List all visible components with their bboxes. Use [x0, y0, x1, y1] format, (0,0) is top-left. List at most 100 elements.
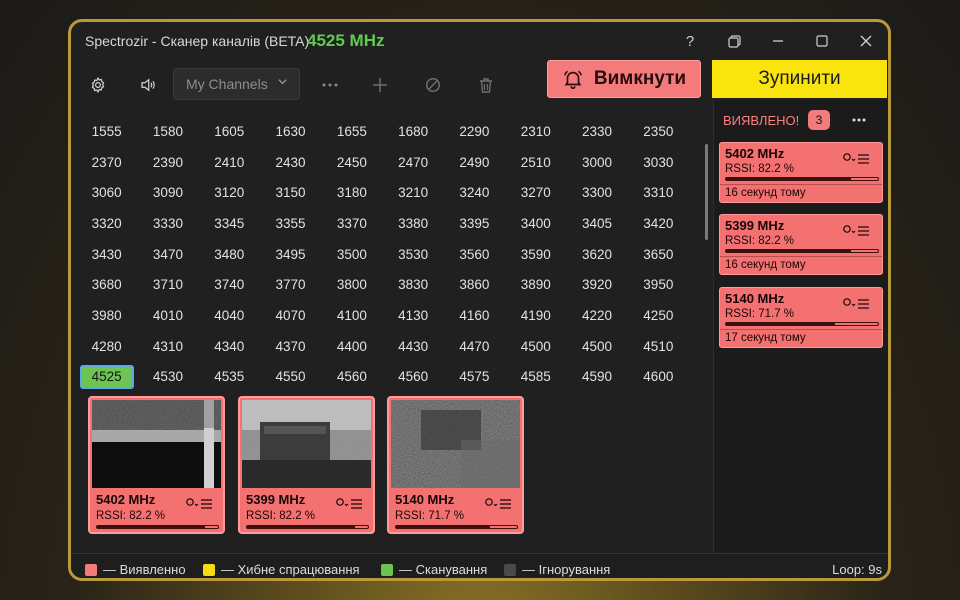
channel-cell[interactable]: 3330	[137, 208, 198, 239]
thumbnail-card[interactable]: 5399 MHz RSSI: 82.2 %	[238, 396, 375, 534]
grid-scrollbar[interactable]	[705, 144, 708, 240]
channel-cell[interactable]: 3530	[382, 239, 443, 270]
channel-cell[interactable]: 3395	[444, 208, 505, 239]
alarm-off-button[interactable]: Вимкнути	[547, 60, 701, 98]
channel-cell[interactable]: 4130	[382, 300, 443, 331]
record-options-icon[interactable]	[335, 496, 363, 510]
channel-cell[interactable]: 3650	[628, 239, 689, 270]
channel-cell[interactable]: 4250	[628, 300, 689, 331]
channel-cell[interactable]: 2430	[260, 147, 321, 178]
channel-cell[interactable]: 4190	[505, 300, 566, 331]
detection-card[interactable]: 5402 MHz RSSI: 82.2 % 16 секунд тому	[719, 142, 883, 203]
channel-cell[interactable]: 3950	[628, 269, 689, 300]
thumbnail-card[interactable]: 5402 MHz RSSI: 82.2 %	[88, 396, 225, 534]
channel-cell[interactable]: 3710	[137, 269, 198, 300]
record-options-icon[interactable]	[484, 496, 512, 510]
channel-cell[interactable]: 4070	[260, 300, 321, 331]
channel-cell[interactable]: 1555	[76, 116, 137, 147]
channel-cell[interactable]: 1605	[199, 116, 260, 147]
restore-icon[interactable]	[719, 28, 749, 54]
channel-cell[interactable]: 2450	[321, 147, 382, 178]
record-options-icon[interactable]	[842, 296, 870, 310]
channel-cell[interactable]: 4100	[321, 300, 382, 331]
channel-cell[interactable]: 2330	[566, 116, 627, 147]
channel-cell[interactable]: 3240	[444, 177, 505, 208]
channel-cell[interactable]: 2390	[137, 147, 198, 178]
channel-cell[interactable]: 4040	[199, 300, 260, 331]
channel-cell[interactable]: 4370	[260, 331, 321, 362]
channel-cell[interactable]: 3920	[566, 269, 627, 300]
record-options-icon[interactable]	[842, 151, 870, 165]
channel-cell[interactable]: 1580	[137, 116, 198, 147]
channel-cell[interactable]: 3310	[628, 177, 689, 208]
channel-cell-active[interactable]: 4525	[76, 362, 137, 393]
channel-cell[interactable]: 4160	[444, 300, 505, 331]
channel-cell[interactable]: 2370	[76, 147, 137, 178]
channel-list-dropdown[interactable]: My Channels	[173, 68, 300, 100]
channel-cell[interactable]: 3500	[321, 239, 382, 270]
stop-button[interactable]: Зупинити	[712, 60, 887, 98]
channel-cell[interactable]: 3470	[137, 239, 198, 270]
channel-cell[interactable]: 3370	[321, 208, 382, 239]
channel-cell[interactable]: 3345	[199, 208, 260, 239]
channel-cell[interactable]: 2350	[628, 116, 689, 147]
channel-cell[interactable]: 3400	[505, 208, 566, 239]
channel-cell[interactable]: 3800	[321, 269, 382, 300]
channel-cell[interactable]: 2470	[382, 147, 443, 178]
channel-cell[interactable]: 4500	[566, 331, 627, 362]
channel-cell[interactable]: 3320	[76, 208, 137, 239]
channel-cell[interactable]: 4220	[566, 300, 627, 331]
channel-cell[interactable]: 1630	[260, 116, 321, 147]
close-icon[interactable]	[851, 28, 881, 54]
channel-cell[interactable]: 4530	[137, 362, 198, 393]
channel-cell[interactable]: 4280	[76, 331, 137, 362]
channel-cell[interactable]: 3980	[76, 300, 137, 331]
channel-cell[interactable]: 2510	[505, 147, 566, 178]
channel-cell[interactable]: 4560	[321, 362, 382, 393]
channel-cell[interactable]: 2290	[444, 116, 505, 147]
channel-cell[interactable]: 2490	[444, 147, 505, 178]
channel-cell[interactable]: 3430	[76, 239, 137, 270]
channel-cell[interactable]: 1655	[321, 116, 382, 147]
channel-cell[interactable]: 4470	[444, 331, 505, 362]
add-icon[interactable]	[367, 72, 393, 98]
channel-cell[interactable]: 4550	[260, 362, 321, 393]
channel-cell[interactable]: 4010	[137, 300, 198, 331]
channel-cell[interactable]: 3000	[566, 147, 627, 178]
channel-cell[interactable]: 3420	[628, 208, 689, 239]
channel-cell[interactable]: 4600	[628, 362, 689, 393]
channel-cell[interactable]: 3270	[505, 177, 566, 208]
channel-cell[interactable]: 3740	[199, 269, 260, 300]
channel-cell[interactable]: 3210	[382, 177, 443, 208]
channel-cell[interactable]: 4590	[566, 362, 627, 393]
channel-cell[interactable]: 4560	[382, 362, 443, 393]
channel-cell[interactable]: 3030	[628, 147, 689, 178]
trash-icon[interactable]	[473, 72, 499, 98]
channel-cell[interactable]: 3495	[260, 239, 321, 270]
settings-gear-icon[interactable]	[85, 72, 111, 98]
channel-cell[interactable]: 3120	[199, 177, 260, 208]
channel-cell[interactable]: 3060	[76, 177, 137, 208]
channel-cell[interactable]: 3180	[321, 177, 382, 208]
speaker-icon[interactable]	[135, 72, 161, 98]
channel-cell[interactable]: 3680	[76, 269, 137, 300]
channel-cell[interactable]: 3560	[444, 239, 505, 270]
channel-cell[interactable]: 3890	[505, 269, 566, 300]
block-icon[interactable]	[420, 72, 446, 98]
channel-cell[interactable]: 3480	[199, 239, 260, 270]
channel-cell[interactable]: 4510	[628, 331, 689, 362]
channel-cell[interactable]: 3620	[566, 239, 627, 270]
channel-cell[interactable]: 4310	[137, 331, 198, 362]
maximize-icon[interactable]	[807, 28, 837, 54]
help-icon[interactable]: ?	[675, 28, 705, 54]
channel-cell[interactable]: 4585	[505, 362, 566, 393]
minimize-icon[interactable]	[763, 28, 793, 54]
channel-cell[interactable]: 3090	[137, 177, 198, 208]
channel-cell[interactable]: 3590	[505, 239, 566, 270]
channel-cell[interactable]: 4535	[199, 362, 260, 393]
channel-cell[interactable]: 3355	[260, 208, 321, 239]
channel-cell[interactable]: 2410	[199, 147, 260, 178]
channel-cell[interactable]: 4400	[321, 331, 382, 362]
channel-cell[interactable]: 1680	[382, 116, 443, 147]
detection-card[interactable]: 5399 MHz RSSI: 82.2 % 16 секунд тому	[719, 214, 883, 275]
